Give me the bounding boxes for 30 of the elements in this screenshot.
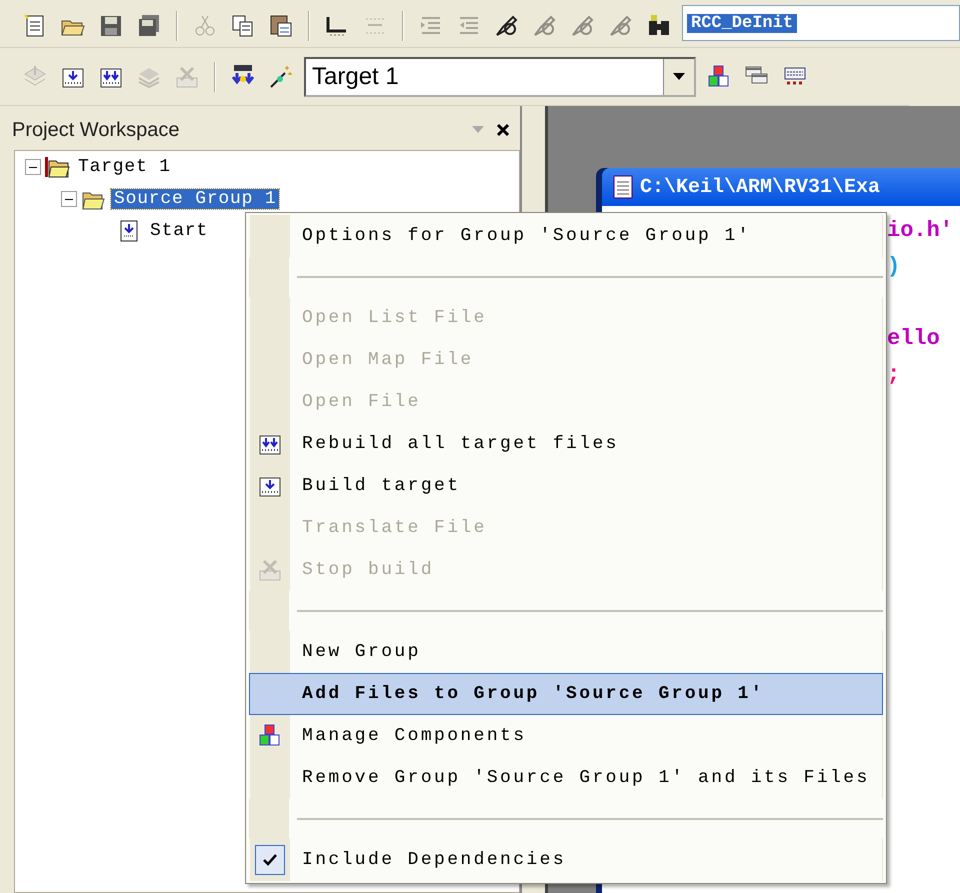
tree-item[interactable]: Source Group 1 xyxy=(111,189,280,209)
tree-item[interactable]: Start xyxy=(147,221,212,241)
code-line: io.h' xyxy=(887,218,954,243)
collapse-toggle[interactable] xyxy=(61,191,77,207)
wizard-icon xyxy=(268,64,294,90)
code-line: ) xyxy=(887,254,900,279)
save-icon xyxy=(98,13,124,39)
target-select[interactable]: Target 1 xyxy=(304,56,696,96)
menu-item[interactable]: Remove Group 'Source Group 1' and its Files xyxy=(249,757,883,799)
tree-item[interactable]: Target 1 xyxy=(75,157,174,177)
find-field[interactable]: RCC_DeInit xyxy=(682,5,960,41)
document-icon xyxy=(612,174,634,200)
menu-item[interactable]: Rebuild all target files xyxy=(249,423,883,465)
menu-item[interactable]: Manage Components xyxy=(249,715,883,757)
code-line: ello xyxy=(887,326,940,351)
collapse-toggle[interactable] xyxy=(25,159,41,175)
menu-item[interactable]: New Group xyxy=(249,631,883,673)
menu-item[interactable]: Include Dependencies xyxy=(249,839,883,881)
menu-item[interactable]: Options for Group 'Source Group 1' xyxy=(249,215,883,257)
menu-item[interactable]: Add Files to Group 'Source Group 1' xyxy=(249,673,883,715)
save-all-icon xyxy=(136,13,162,39)
stop-icon xyxy=(257,557,283,583)
paste-icon xyxy=(268,13,294,39)
dropdown-arrow-icon xyxy=(673,72,685,80)
window-title: C:\Keil\ARM\RV31\Exa xyxy=(640,176,880,198)
folder-icon xyxy=(45,155,71,179)
close-icon[interactable] xyxy=(496,123,510,137)
menu-item[interactable]: Build target xyxy=(249,465,883,507)
panel-title: Project Workspace xyxy=(12,118,180,142)
code-line: ; xyxy=(887,362,900,387)
